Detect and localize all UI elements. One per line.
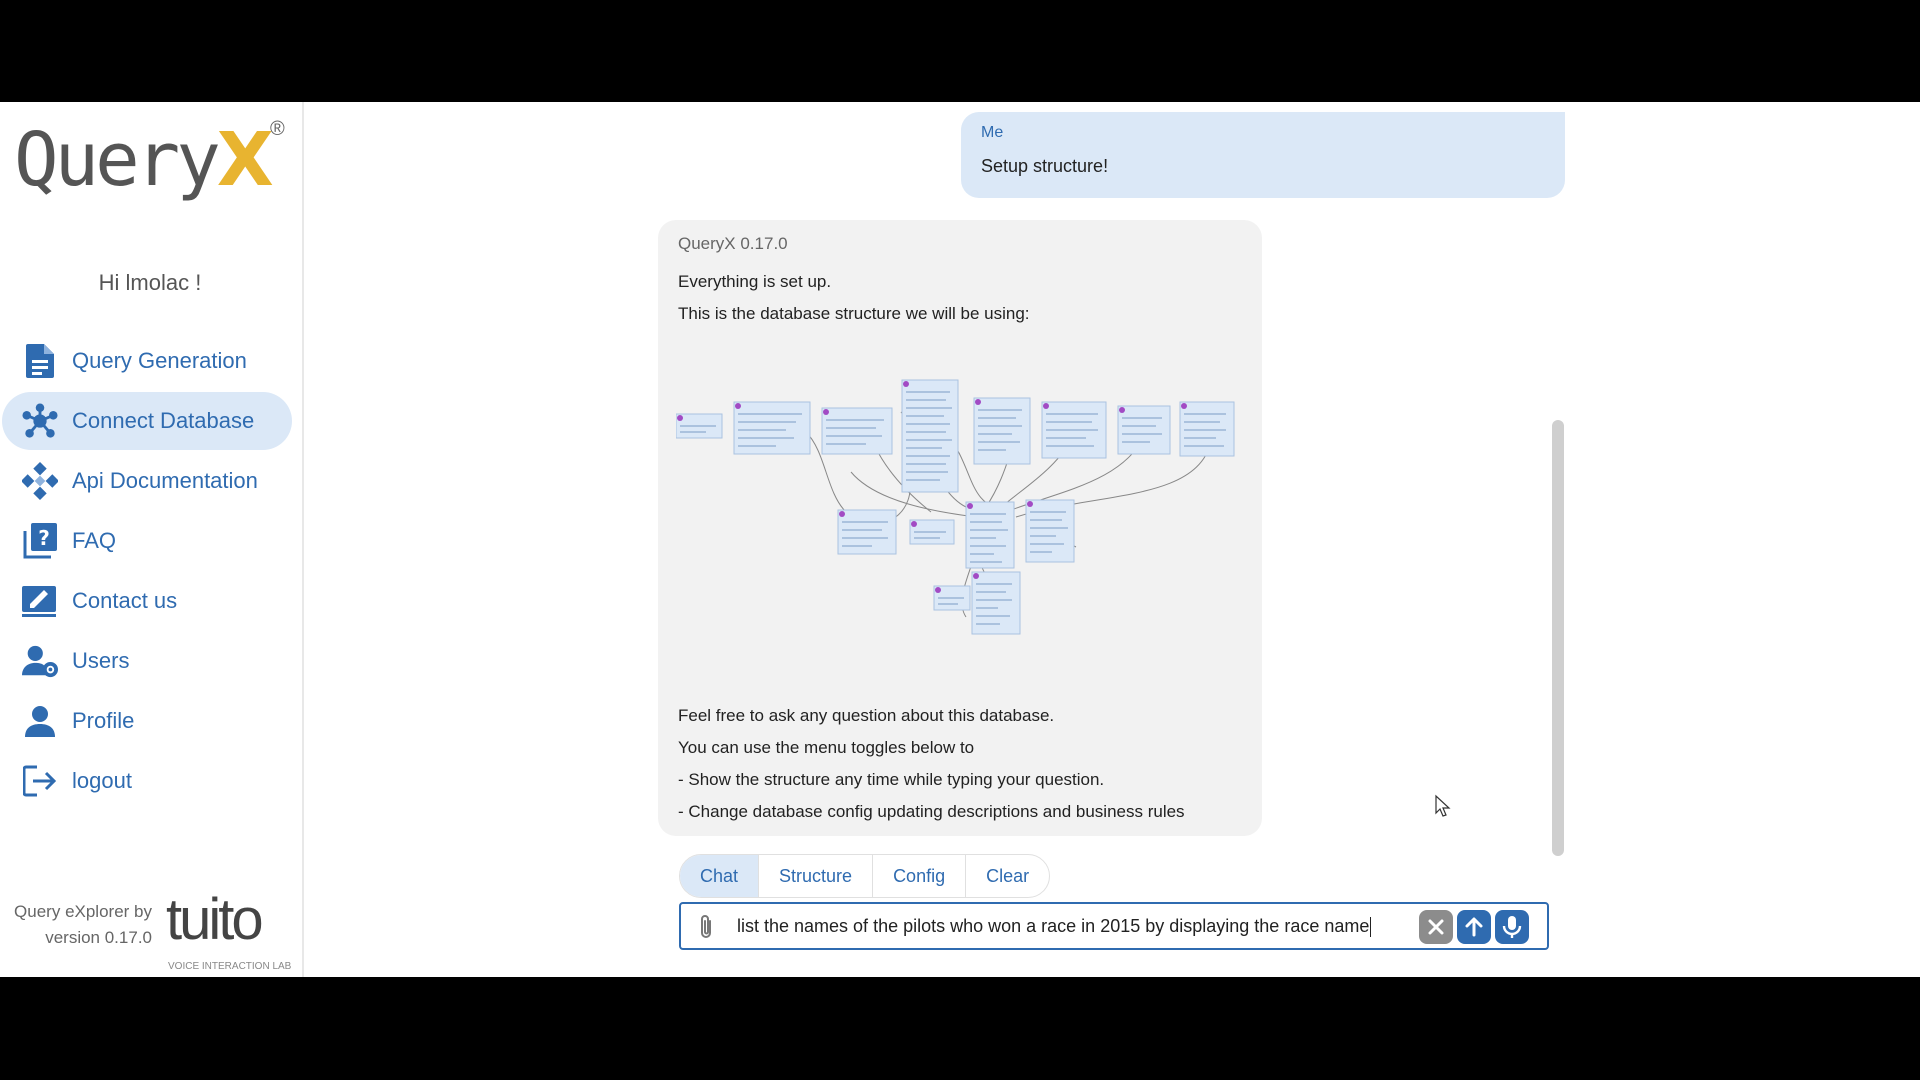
chat-area: Me Setup structure! QueryX 0.17.0 Everyt… <box>304 102 1920 977</box>
tuito-subtitle: VOICE INTERACTION LAB <box>168 961 292 972</box>
document-icon <box>22 343 58 379</box>
tab-config[interactable]: Config <box>873 855 967 897</box>
message-author: Me <box>981 124 1004 141</box>
footer-text: Query eXplorer by version 0.17.0 <box>14 899 152 951</box>
bot-text-bottom: Feel free to ask any question about this… <box>678 700 1185 828</box>
sidebar-item-label: Contact us <box>72 588 178 613</box>
text-caret <box>1370 917 1372 938</box>
sidebar-item-api-documentation[interactable]: Api Documentation <box>2 452 292 510</box>
bot-text-line: Everything is set up. <box>678 272 832 291</box>
send-button[interactable] <box>1457 910 1491 944</box>
chat-scrollbar[interactable] <box>1552 420 1564 856</box>
api-icon <box>22 462 58 500</box>
sidebar-item-label: Api Documentation <box>72 468 258 493</box>
tab-structure[interactable]: Structure <box>759 855 874 897</box>
network-icon <box>22 403 58 439</box>
microphone-button[interactable] <box>1495 910 1529 944</box>
bot-text-line: You can use the menu toggles below to <box>678 738 975 757</box>
sidebar-item-label: Connect Database <box>72 408 255 433</box>
sidebar-item-label: Profile <box>72 708 135 733</box>
edit-icon <box>22 583 58 619</box>
tuito-logo-text: tuito <box>166 887 261 952</box>
paperclip-icon[interactable] <box>697 913 715 946</box>
users-gear-icon <box>22 643 58 679</box>
sidebar-nav: Query Generation Connect Database Api Do… <box>0 332 302 812</box>
sidebar-item-label: FAQ <box>72 528 117 553</box>
chat-mode-tabs: Chat Structure Config Clear <box>679 854 1051 898</box>
footer-line-2: version 0.17.0 <box>45 928 152 947</box>
sidebar-item-users[interactable]: Users <box>2 632 292 690</box>
bot-message: QueryX 0.17.0 Everything is set up. This… <box>658 220 1262 836</box>
svg-text:?: ? <box>38 526 50 550</box>
question-input-box: list the names of the pilots who won a r… <box>679 902 1549 950</box>
sidebar-item-profile[interactable]: Profile <box>2 692 292 750</box>
sidebar-footer: Query eXplorer by version 0.17.0 tuito V… <box>0 877 300 977</box>
queryx-logo: QueryX ® <box>14 110 294 210</box>
mouse-cursor-icon <box>1435 794 1451 817</box>
sidebar-item-contact-us[interactable]: Contact us <box>2 572 292 630</box>
close-icon <box>1428 919 1444 935</box>
message-author: QueryX 0.17.0 <box>678 234 788 253</box>
user-message: Me Setup structure! <box>961 112 1565 198</box>
sidebar: QueryX ® Hi lmolac ! Query Generation Co… <box>0 102 304 977</box>
microphone-icon <box>1502 916 1522 938</box>
question-input-value: list the names of the pilots who won a r… <box>737 916 1370 936</box>
database-schema-diagram <box>676 379 1235 635</box>
sidebar-item-label: Query Generation <box>72 348 247 373</box>
tab-chat[interactable]: Chat <box>680 855 760 897</box>
logo-text: Query <box>14 117 221 203</box>
greeting: Hi lmolac ! <box>98 270 202 295</box>
bot-text-line: This is the database structure we will b… <box>678 304 1030 323</box>
bot-text-line: Feel free to ask any question about this… <box>678 706 1055 725</box>
arrow-up-icon <box>1465 917 1483 937</box>
person-icon <box>22 703 58 739</box>
faq-icon: ? <box>22 523 58 559</box>
sidebar-item-logout[interactable]: logout <box>2 752 292 810</box>
app-window: QueryX ® Hi lmolac ! Query Generation Co… <box>0 102 1920 977</box>
bot-text-line: - Show the structure any time while typi… <box>678 770 1105 789</box>
question-input[interactable]: list the names of the pilots who won a r… <box>737 904 1397 948</box>
sidebar-item-faq[interactable]: ? FAQ <box>2 512 292 570</box>
footer-line-1: Query eXplorer by <box>14 902 152 921</box>
tab-clear[interactable]: Clear <box>966 855 1049 897</box>
message-text: Setup structure! <box>981 156 1109 176</box>
clear-input-button[interactable] <box>1419 910 1453 944</box>
sidebar-item-label: logout <box>72 768 132 793</box>
sidebar-item-label: Users <box>72 648 130 673</box>
sidebar-item-query-generation[interactable]: Query Generation <box>2 332 292 390</box>
logo-x: X <box>216 117 274 203</box>
tuito-logo: tuito VOICE INTERACTION LAB <box>166 887 292 972</box>
logout-icon <box>22 763 58 799</box>
bot-text-line: - Change database config updating descri… <box>678 802 1185 821</box>
sidebar-item-connect-database[interactable]: Connect Database <box>2 392 292 450</box>
registered-mark: ® <box>270 118 285 140</box>
